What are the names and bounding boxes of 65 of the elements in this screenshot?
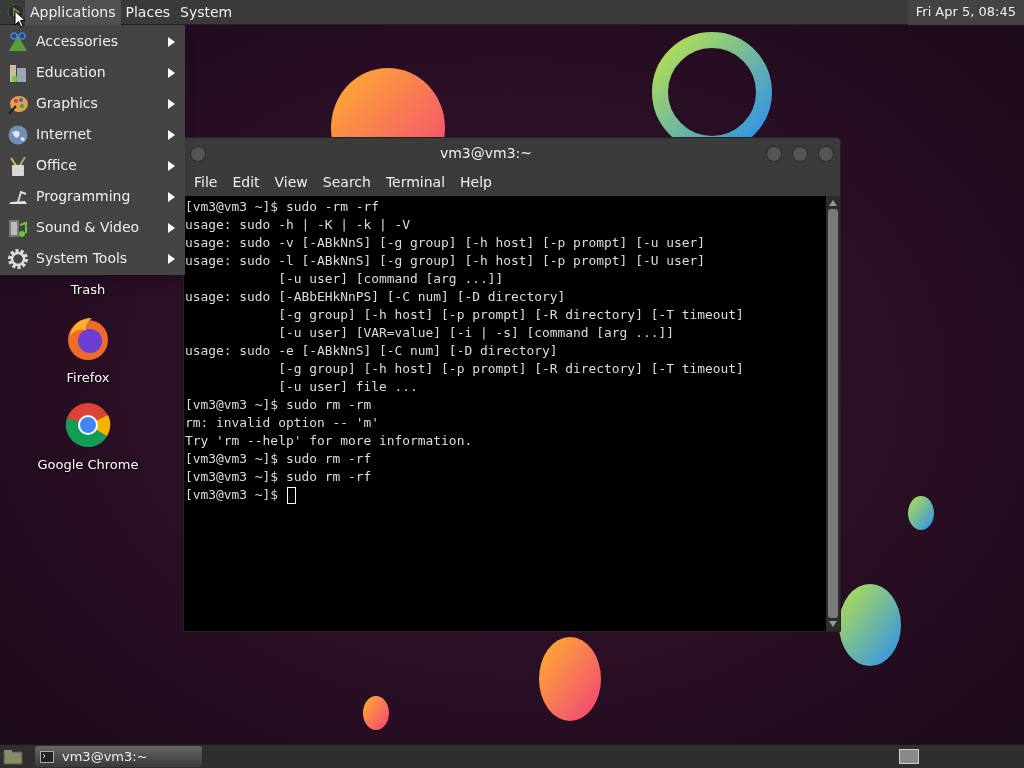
submenu-arrow-icon: [168, 253, 175, 264]
scrollbar-thumb[interactable]: [828, 209, 838, 618]
terminal-line: [-u user] [VAR=value] [-i | -s] [command [arg ...]]: [277, 324, 674, 342]
submenu-arrow-icon: [168, 129, 175, 140]
menu-item[interactable]: Education: [0, 57, 185, 88]
submenu-arrow-icon: [168, 160, 175, 171]
terminal-line: usage: sudo [-ABbEHkNnPS] [-C num] [-D directory]: [185, 288, 566, 306]
terminal-line: usage: sudo -e [-ABkNnS] [-C num] [-D directory]: [185, 342, 558, 360]
menu-item[interactable]: Internet: [0, 119, 185, 150]
terminal-line: [vm3@vm3 ~]$ sudo -rm -rf: [185, 198, 380, 216]
submenu-arrow-icon: [168, 36, 175, 47]
terminal-menu[interactable]: File: [188, 172, 224, 193]
terminal-menu[interactable]: Terminal: [379, 172, 452, 193]
scroll-down-icon[interactable]: [829, 621, 837, 627]
terminal-line: usage: sudo -v [-ABkNnS] [-g group] [-h host] [-p prompt] [-u user]: [185, 234, 705, 252]
menu-item[interactable]: Office: [0, 150, 185, 181]
terminal-icon: [40, 750, 54, 763]
terminal-line: [-g group] [-h host] [-p prompt] [-R directory] [-T timeout]: [277, 360, 744, 378]
terminal-line: usage: sudo -h | -K | -k | -V: [185, 216, 411, 234]
minimize-button[interactable]: [766, 145, 782, 162]
terminal-line: [-g group] [-h host] [-p prompt] [-R directory] [-T timeout]: [277, 306, 744, 324]
window-title: vm3@vm3:~: [438, 144, 534, 163]
terminal-line: usage: sudo -l [-ABkNnS] [-g group] [-h host] [-p prompt] [-U user]: [185, 252, 705, 270]
terminal-line: [-u user] [command [arg ...]]: [277, 270, 504, 288]
close-button[interactable]: [818, 145, 834, 162]
submenu-arrow-icon: [168, 67, 175, 78]
desktop-icon-label[interactable]: Google Chrome: [37, 455, 139, 475]
submenu-arrow-icon: [168, 222, 175, 233]
menu-item[interactable]: Sound & Video: [0, 212, 185, 243]
terminal-line: [-u user] file ...: [277, 378, 418, 396]
terminal-line: Try 'rm --help' for more information.: [185, 432, 473, 450]
workspace-switcher[interactable]: [899, 749, 919, 764]
terminal-menu[interactable]: Search: [316, 172, 377, 193]
terminal-line: [vm3@vm3 ~]$ sudo rm -rf: [185, 468, 372, 486]
scrollbar[interactable]: [826, 196, 840, 631]
globe-icon: [7, 123, 29, 146]
maximize-button[interactable]: [792, 145, 808, 162]
desktop-icon-label[interactable]: Firefox: [66, 367, 110, 387]
chrome-circle-icon: [64, 401, 112, 449]
submenu-arrow-icon: [168, 98, 175, 109]
panel-menu[interactable]: Applications: [25, 0, 121, 25]
menu-item[interactable]: Accessories: [0, 26, 185, 57]
taskbar-button[interactable]: vm3@vm3:~: [35, 746, 202, 767]
desktop-icon-label[interactable]: Trash: [70, 280, 106, 300]
menu-item[interactable]: System Tools: [0, 243, 185, 274]
show-desktop-icon[interactable]: [3, 748, 23, 765]
menu-item[interactable]: Graphics: [0, 88, 185, 119]
terminal-line: [vm3@vm3 ~]$ sudo rm -rf: [185, 450, 372, 468]
submenu-arrow-icon: [168, 191, 175, 202]
gear-icon: [7, 247, 29, 270]
scroll-up-icon[interactable]: [829, 200, 837, 206]
terminal-menu[interactable]: View: [268, 172, 314, 193]
clock[interactable]: Fri Apr 5, 08:45: [907, 0, 1024, 25]
terminal-line: [vm3@vm3 ~]$ sudo rm -rm: [185, 396, 372, 414]
terminal-line: rm: invalid option -- 'm': [185, 414, 380, 432]
scissors-icon: [7, 30, 29, 53]
terminal-line: [vm3@vm3 ~]$: [185, 486, 280, 504]
pencil-cup-icon: [7, 154, 29, 177]
window-menu-button[interactable]: [190, 145, 206, 162]
terminal-menu[interactable]: Edit: [226, 172, 266, 193]
panel-menu[interactable]: System: [175, 0, 238, 25]
terminal-menu[interactable]: Help: [454, 172, 498, 193]
pointer-icon: [14, 10, 26, 28]
menu-item[interactable]: Programming: [0, 181, 185, 212]
panel-menu[interactable]: Places: [120, 0, 176, 25]
